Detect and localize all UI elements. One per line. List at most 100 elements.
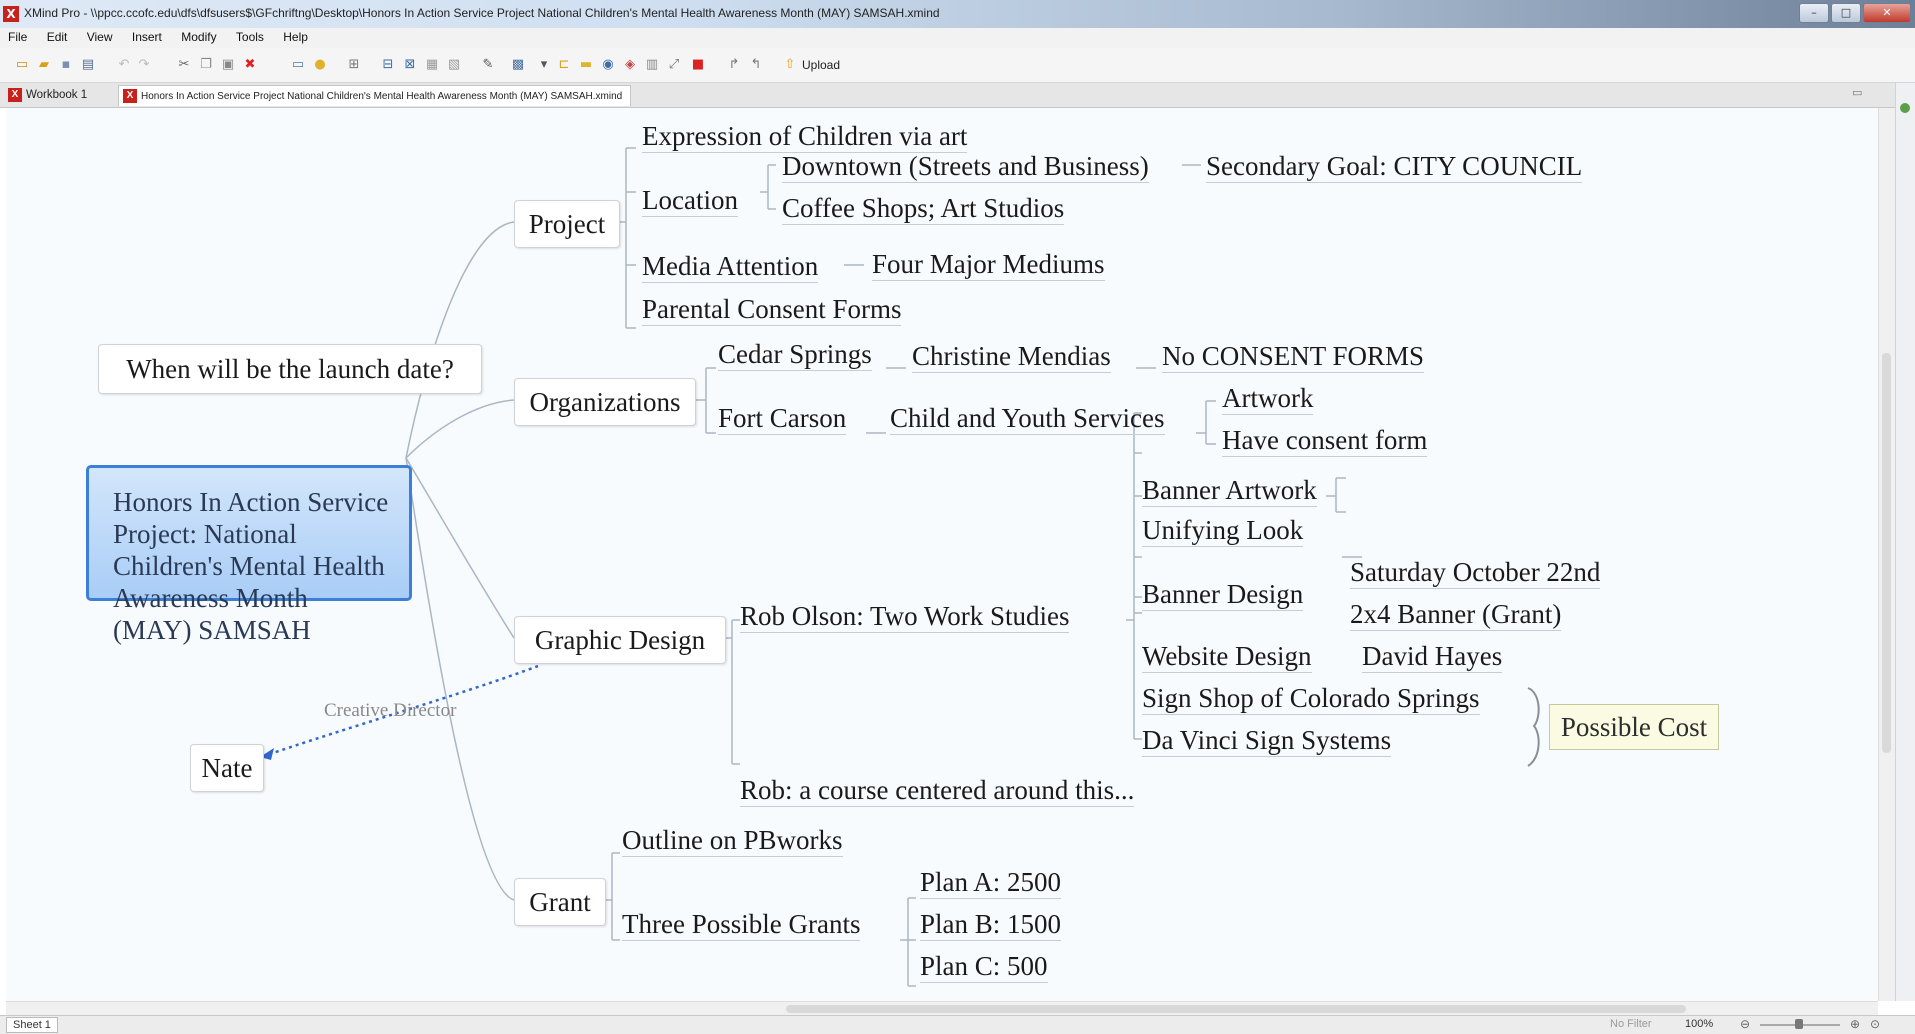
zoom-level[interactable]: 100% — [1685, 1018, 1713, 1030]
topic-project[interactable]: Project — [514, 200, 620, 248]
undo-icon[interactable]: ↶ — [116, 57, 132, 73]
print-icon[interactable]: ▤ — [80, 57, 96, 73]
tab-current-file[interactable]: X Honors In Action Service Project Natio… — [118, 85, 632, 106]
insert-parent-icon[interactable]: ▦ — [424, 57, 440, 73]
subtopic-plan-b[interactable]: Plan B: 1500 — [920, 908, 1062, 941]
subtopic-da-vinci[interactable]: Da Vinci Sign Systems — [1142, 724, 1392, 757]
subtopic-banner-design[interactable]: Banner Design — [1142, 578, 1304, 611]
floating-topic-nate[interactable]: Nate — [190, 744, 264, 792]
delete-icon[interactable]: ✖ — [242, 57, 258, 73]
menu-modify[interactable]: Modify — [173, 28, 224, 46]
stop-icon[interactable]: ■ — [690, 57, 706, 73]
vertical-scrollbar[interactable] — [1878, 108, 1895, 1001]
menu-edit[interactable]: Edit — [39, 28, 76, 46]
subtopic-cedar-springs[interactable]: Cedar Springs — [718, 338, 872, 371]
status-bar: Sheet 1 No Filter 100% ⊖ ⊕ ⊙ — [0, 1015, 1915, 1034]
central-topic[interactable]: Honors In Action Service Project: Nation… — [86, 465, 412, 645]
subtopic-rob-olson[interactable]: Rob Olson: Two Work Studies — [740, 600, 1070, 633]
filter-status[interactable]: No Filter — [1610, 1018, 1652, 1030]
insert-topic-icon[interactable]: ⊠ — [402, 57, 418, 73]
zoom-in-icon[interactable]: ⊕ — [1850, 1017, 1860, 1031]
subtopic-no-consent[interactable]: No CONSENT FORMS — [1162, 340, 1425, 373]
horizontal-scrollbar[interactable] — [6, 1001, 1878, 1016]
subtopic-three-grants[interactable]: Three Possible Grants — [622, 908, 861, 941]
subtopic-plan-c[interactable]: Plan C: 500 — [920, 950, 1048, 983]
pencil-icon[interactable]: ✎ — [480, 57, 496, 73]
close-button[interactable]: ✕ — [1863, 3, 1911, 23]
marker-icon[interactable]: ◉ — [600, 57, 616, 73]
horizontal-scroll-thumb[interactable] — [786, 1005, 1686, 1013]
structure-icon[interactable]: ⊞ — [346, 57, 362, 73]
subtopic-child-youth-services[interactable]: Child and Youth Services — [890, 402, 1165, 435]
subtopic-fort-carson[interactable]: Fort Carson — [718, 402, 847, 435]
subtopic-downtown[interactable]: Downtown (Streets and Business) — [782, 150, 1149, 183]
relationship-icon[interactable]: ⤢ — [666, 57, 682, 73]
topic-graphic-design[interactable]: Graphic Design — [514, 616, 726, 664]
subtopic-secondary-goal[interactable]: Secondary Goal: CITY COUNCIL — [1206, 150, 1583, 183]
open-folder-icon[interactable]: ▰ — [36, 57, 52, 73]
topic-grant[interactable]: Grant — [514, 878, 606, 926]
editor-tabs: X Workbook 1 X Honors In Action Service … — [0, 83, 1915, 108]
panel-marker-icon[interactable] — [1900, 103, 1910, 113]
sheet-tab[interactable]: Sheet 1 — [6, 1017, 58, 1033]
new-icon[interactable]: ▭ — [14, 57, 30, 73]
subtopic-expression[interactable]: Expression of Children via art — [642, 120, 968, 153]
mindmap-canvas[interactable]: Honors In Action Service Project: Nation… — [6, 108, 1878, 1001]
upload-icon[interactable]: ⇧ — [782, 57, 798, 73]
redo-icon[interactable]: ↷ — [136, 57, 152, 73]
subtopic-banner-size[interactable]: 2x4 Banner (Grant) — [1350, 598, 1562, 631]
menu-view[interactable]: View — [79, 28, 121, 46]
subtopic-saturday[interactable]: Saturday October 22nd — [1350, 556, 1601, 589]
subtopic-plan-a[interactable]: Plan A: 2500 — [920, 866, 1062, 899]
idea-bulb-icon[interactable]: ● — [312, 57, 328, 73]
detach-icon[interactable]: ▧ — [446, 57, 462, 73]
summary-icon[interactable]: ▥ — [644, 57, 660, 73]
fit-to-window-icon[interactable]: ⊙ — [1870, 1017, 1880, 1031]
save-icon[interactable]: ▪ — [58, 57, 74, 73]
floating-topic-launch-date[interactable]: When will be the launch date? — [98, 344, 482, 394]
cut-icon[interactable]: ✂ — [176, 57, 192, 73]
subtopic-christine-mendias[interactable]: Christine Mendias — [912, 340, 1111, 373]
subtopic-artwork[interactable]: Artwork — [1222, 382, 1314, 415]
insert-subtopic-icon[interactable]: ⊟ — [380, 57, 396, 73]
drill-down-icon[interactable]: ↱ — [726, 57, 742, 73]
subtopic-media-attention[interactable]: Media Attention — [642, 250, 819, 283]
copy-icon[interactable]: ❐ — [198, 57, 214, 73]
subtopic-four-mediums[interactable]: Four Major Mediums — [872, 248, 1105, 281]
subtopic-banner-artwork[interactable]: Banner Artwork — [1142, 474, 1317, 507]
image-icon[interactable]: ▩ — [510, 57, 526, 73]
menu-insert[interactable]: Insert — [124, 28, 170, 46]
menu-file[interactable]: File — [0, 28, 35, 46]
subtopic-have-consent[interactable]: Have consent form — [1222, 424, 1428, 457]
subtopic-david-hayes[interactable]: David Hayes — [1362, 640, 1503, 673]
zoom-slider-handle[interactable] — [1795, 1019, 1803, 1029]
relationship-label[interactable]: Creative Director — [324, 700, 456, 722]
tab-workbook-1[interactable]: X Workbook 1 — [4, 85, 95, 105]
boundary-icon[interactable]: ⊏ — [556, 57, 572, 73]
summary-possible-cost[interactable]: Possible Cost — [1549, 704, 1719, 750]
minimize-button[interactable]: – — [1799, 3, 1829, 23]
subtopic-unifying-look[interactable]: Unifying Look — [1142, 514, 1304, 547]
subtopic-consent-forms[interactable]: Parental Consent Forms — [642, 293, 902, 326]
menu-tools[interactable]: Tools — [228, 28, 272, 46]
menu-help[interactable]: Help — [275, 28, 316, 46]
label-icon[interactable]: ◈ — [622, 57, 638, 73]
vertical-scroll-thumb[interactable] — [1882, 353, 1891, 753]
subtopic-outline-pbworks[interactable]: Outline on PBworks — [622, 824, 843, 857]
subtopic-location[interactable]: Location — [642, 184, 738, 217]
drill-up-icon[interactable]: ↰ — [748, 57, 764, 73]
subtopic-rob-course[interactable]: Rob: a course centered around this... — [740, 774, 1135, 807]
subtopic-sign-shop[interactable]: Sign Shop of Colorado Springs — [1142, 682, 1480, 715]
zoom-out-icon[interactable]: ⊖ — [1740, 1017, 1750, 1031]
dropdown-arrow-icon[interactable]: ▾ — [536, 57, 552, 73]
upload-button[interactable]: Upload — [802, 57, 840, 73]
minimize-editor-icon[interactable]: ▭ — [1852, 86, 1862, 99]
topic-organizations[interactable]: Organizations — [514, 378, 696, 426]
side-panel-toggle[interactable] — [1895, 83, 1915, 1001]
subtopic-website-design[interactable]: Website Design — [1142, 640, 1312, 673]
note-icon[interactable]: ▬ — [578, 57, 594, 73]
subtopic-coffee-shops[interactable]: Coffee Shops; Art Studios — [782, 192, 1065, 225]
paste-icon[interactable]: ▣ — [220, 57, 236, 73]
topic-icon[interactable]: ▭ — [290, 57, 306, 73]
maximize-button[interactable]: □ — [1831, 3, 1861, 23]
